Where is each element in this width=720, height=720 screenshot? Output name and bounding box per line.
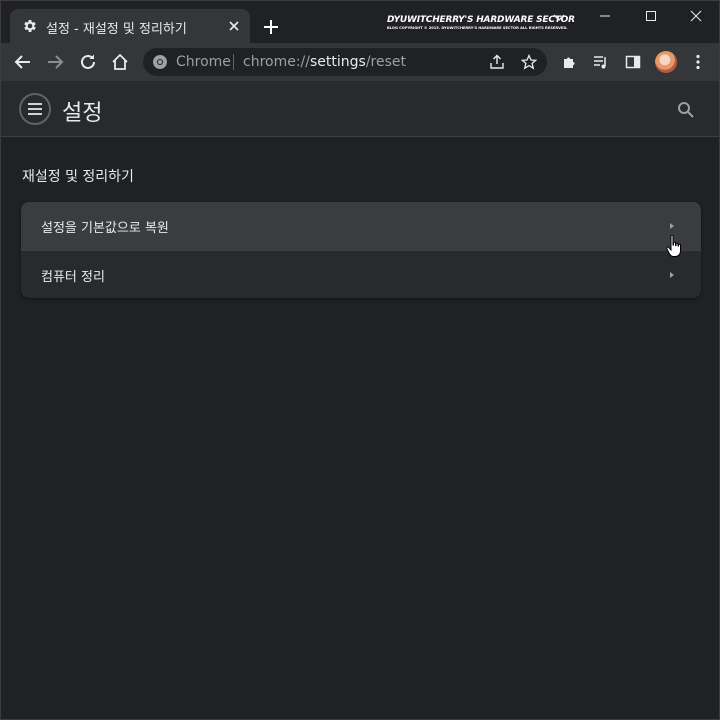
section-title: 재설정 및 정리하기 xyxy=(22,169,134,185)
minimize-icon xyxy=(600,15,610,17)
hand-cursor-icon xyxy=(666,234,681,257)
hamburger-menu-icon xyxy=(28,103,42,115)
minimize-button[interactable] xyxy=(582,1,628,31)
reset-settings-card: 설정을 기본값으로 복원 컴퓨터 정리 xyxy=(21,202,701,298)
profile-avatar[interactable] xyxy=(655,51,677,73)
extensions-button[interactable] xyxy=(560,52,580,72)
menu-button[interactable] xyxy=(688,52,708,72)
close-icon xyxy=(690,10,702,22)
omnibox-separator xyxy=(233,54,234,70)
restore-defaults-row[interactable]: 설정을 기본값으로 복원 xyxy=(21,202,701,250)
arrow-right-icon xyxy=(48,55,64,69)
home-button[interactable] xyxy=(110,52,130,72)
side-panel-icon xyxy=(625,55,641,69)
more-vert-icon xyxy=(696,54,700,70)
close-window-button[interactable] xyxy=(673,1,719,31)
home-icon xyxy=(112,53,128,70)
close-icon[interactable] xyxy=(226,18,242,34)
title-bar: 설정 - 재설정 및 정리하기 DYUWITCHERRY'S HARDWARE … xyxy=(1,1,719,43)
url-host: settings xyxy=(310,54,366,70)
maximize-button[interactable] xyxy=(628,1,674,31)
row-label: 설정을 기본값으로 복원 xyxy=(41,221,169,236)
tab-title: 설정 - 재설정 및 정리하기 xyxy=(46,22,187,37)
chevron-down-icon[interactable] xyxy=(551,9,567,25)
toolbar: Chrome chrome://settings/reset xyxy=(1,43,719,81)
bookmark-button[interactable] xyxy=(519,52,539,72)
row-label: 컴퓨터 정리 xyxy=(41,270,105,285)
watermark: DYUWITCHERRY'S HARDWARE SECTOR BLOG COPY… xyxy=(387,15,575,30)
share-icon xyxy=(490,54,504,69)
queue-music-icon xyxy=(594,56,606,69)
star-icon xyxy=(521,54,537,70)
arrow-left-icon xyxy=(14,55,30,69)
new-tab-icon[interactable] xyxy=(261,17,281,37)
arrow-right-icon xyxy=(670,272,674,278)
arrow-right-icon xyxy=(670,223,674,229)
page-title: 설정 xyxy=(62,101,103,126)
browser-window: 설정 - 재설정 및 정리하기 DYUWITCHERRY'S HARDWARE … xyxy=(0,0,720,720)
cleanup-computer-row[interactable]: 컴퓨터 정리 xyxy=(21,250,701,298)
search-icon[interactable] xyxy=(677,101,695,119)
settings-header: 설정 xyxy=(1,81,719,137)
reload-button[interactable] xyxy=(78,52,98,72)
omnibox-url: chrome://settings/reset xyxy=(243,54,406,70)
share-button[interactable] xyxy=(487,52,507,72)
maximize-icon xyxy=(646,11,656,21)
gear-icon xyxy=(24,20,36,32)
tab-settings[interactable]: 설정 - 재설정 및 정리하기 xyxy=(10,9,250,43)
puzzle-icon xyxy=(564,57,575,68)
url-scheme: chrome:// xyxy=(243,54,310,70)
omnibox-chip: Chrome xyxy=(176,54,231,70)
media-button[interactable] xyxy=(591,52,611,72)
url-path: /reset xyxy=(365,54,407,70)
back-button[interactable] xyxy=(13,52,33,72)
reload-icon xyxy=(81,54,95,69)
watermark-subtitle: BLOG COPYRIGHT © 2015. DYUWITCHERRY'S HA… xyxy=(387,26,568,30)
watermark-title: DYUWITCHERRY'S HARDWARE SECTOR xyxy=(387,15,575,25)
forward-button[interactable] xyxy=(45,52,65,72)
settings-menu-button[interactable] xyxy=(19,93,51,125)
side-panel-button[interactable] xyxy=(623,52,643,72)
chrome-icon xyxy=(153,55,167,69)
